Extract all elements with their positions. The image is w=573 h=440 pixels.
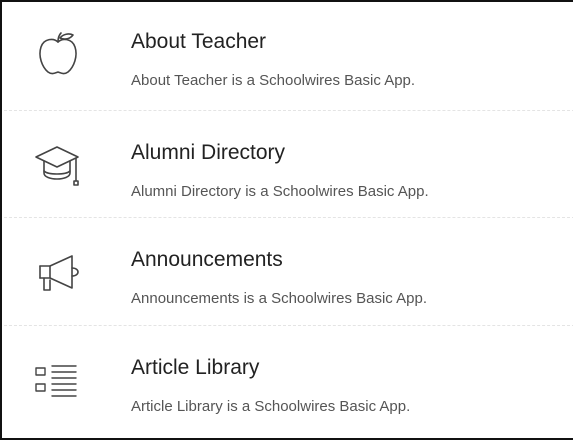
app-description: Article Library is a Schoolwires Basic A… (131, 398, 411, 415)
app-title[interactable]: About Teacher (131, 30, 266, 54)
list-icon (32, 354, 84, 406)
list-item-about-teacher[interactable]: About Teacher About Teacher is a Schoolw… (4, 2, 573, 108)
app-list: About Teacher About Teacher is a Schoolw… (4, 2, 573, 438)
list-item-alumni-directory[interactable]: Alumni Directory Alumni Directory is a S… (4, 113, 573, 219)
app-description: Announcements is a Schoolwires Basic App… (131, 290, 427, 307)
app-description: About Teacher is a Schoolwires Basic App… (131, 72, 416, 89)
app-title[interactable]: Alumni Directory (131, 141, 285, 165)
apple-icon (32, 28, 84, 80)
app-title[interactable]: Announcements (131, 248, 283, 272)
list-item-announcements[interactable]: Announcements Announcements is a Schoolw… (4, 220, 573, 326)
divider (4, 325, 573, 326)
divider (4, 110, 573, 111)
list-item-article-library[interactable]: Article Library Article Library is a Sch… (4, 328, 573, 434)
graduation-cap-icon (32, 139, 84, 191)
app-title[interactable]: Article Library (131, 356, 259, 380)
app-description: Alumni Directory is a Schoolwires Basic … (131, 183, 429, 200)
app-list-panel: About Teacher About Teacher is a Schoolw… (0, 0, 573, 440)
megaphone-icon (32, 246, 84, 298)
divider (4, 217, 573, 218)
